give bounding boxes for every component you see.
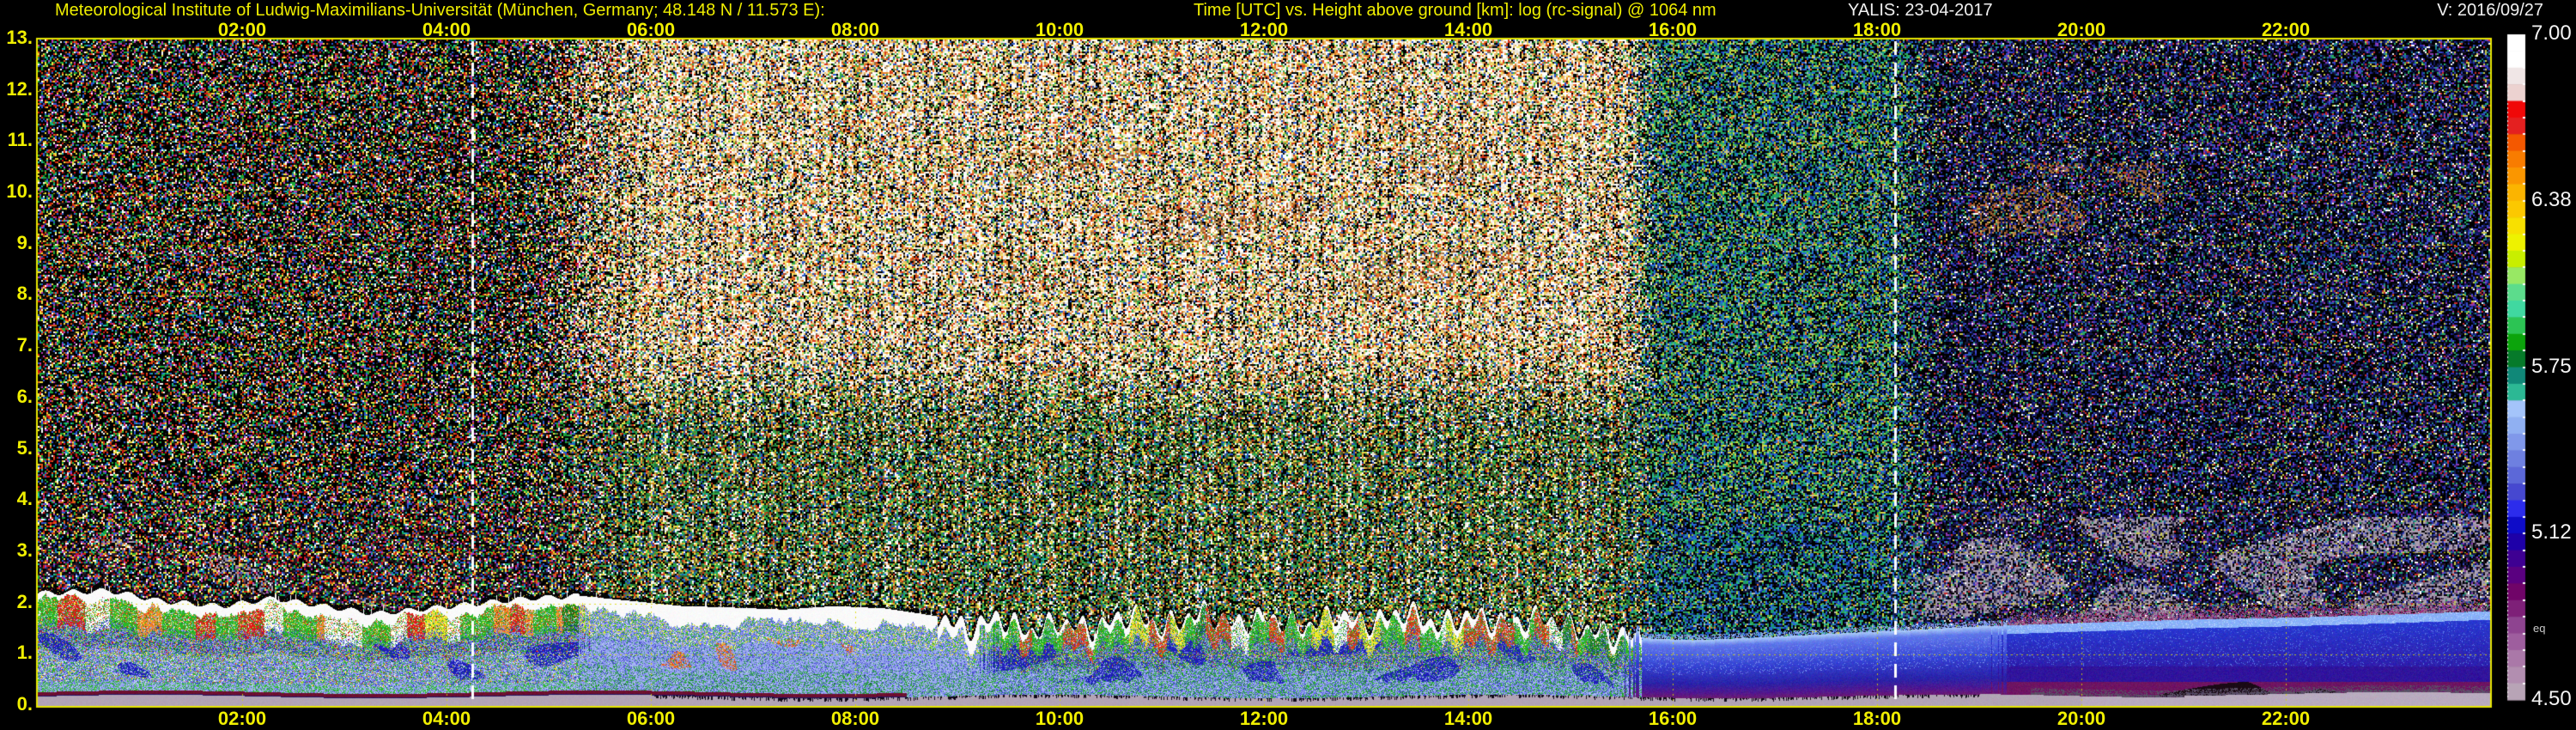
colorbar-tick-label: 5.12 [2531, 520, 2572, 544]
x-tick-label-bottom: 04:00 [422, 708, 471, 729]
y-tick-label: 13. [6, 27, 33, 48]
system-date-label: YALIS: 23-04-2017 [1848, 1, 1993, 20]
y-tick-label: 9. [16, 231, 33, 253]
colorbar-tick-label: 7.00 [2531, 21, 2572, 45]
y-tick-label: 12. [6, 77, 33, 100]
x-tick-label-top: 12:00 [1239, 19, 1289, 40]
lidar-quicklook-screen: Meteorological Institute of Ludwig-Maxim… [0, 0, 2576, 730]
institute-title: Meteorological Institute of Ludwig-Maxim… [55, 1, 825, 20]
x-tick-label-bottom: 02:00 [217, 708, 267, 729]
x-tick-label-top: 08:00 [830, 19, 880, 40]
x-tick-label-bottom: 18:00 [1852, 708, 1902, 729]
x-tick-label-top: 04:00 [422, 19, 471, 40]
y-tick-label: 7. [16, 334, 33, 356]
colorbar-tick-label: 6.38 [2531, 187, 2572, 211]
x-tick-label-top: 10:00 [1035, 19, 1084, 40]
y-tick-label: 3. [16, 538, 33, 561]
y-tick-label: 0. [16, 693, 33, 715]
colorbar-eq-label: eq [2533, 622, 2546, 635]
colorbar-tick-label: 5.75 [2531, 354, 2572, 378]
colorbar-tick-label: 4.50 [2531, 687, 2572, 710]
y-tick-label: 4. [16, 488, 33, 510]
x-tick-label-bottom: 12:00 [1239, 708, 1289, 729]
y-tick-label: 5. [16, 436, 33, 459]
y-tick-label: 2. [16, 590, 33, 612]
y-tick-label: 10. [6, 180, 33, 203]
y-tick-label: 6. [16, 385, 33, 407]
x-tick-label-bottom: 16:00 [1648, 708, 1698, 729]
y-tick-label: 1. [16, 642, 33, 664]
plot-title: Time [UTC] vs. Height above ground [km]:… [1194, 1, 1716, 20]
x-tick-label-top: 22:00 [2261, 19, 2311, 40]
x-tick-label-top: 16:00 [1648, 19, 1698, 40]
x-tick-label-bottom: 10:00 [1035, 708, 1084, 729]
lidar-heatmap-canvas [0, 0, 2576, 730]
version-label: V: 2016/09/27 [2437, 1, 2543, 20]
x-tick-label-bottom: 14:00 [1443, 708, 1493, 729]
x-tick-label-bottom: 22:00 [2261, 708, 2311, 729]
x-tick-label-top: 02:00 [217, 19, 267, 40]
x-tick-label-top: 20:00 [2057, 19, 2106, 40]
y-tick-label: 11. [7, 129, 33, 151]
x-tick-label-bottom: 08:00 [830, 708, 880, 729]
x-tick-label-bottom: 20:00 [2057, 708, 2106, 729]
y-tick-label: 8. [16, 283, 33, 305]
x-tick-label-top: 18:00 [1852, 19, 1902, 40]
x-tick-label-top: 14:00 [1443, 19, 1493, 40]
x-tick-label-top: 06:00 [626, 19, 676, 40]
x-tick-label-bottom: 06:00 [626, 708, 676, 729]
